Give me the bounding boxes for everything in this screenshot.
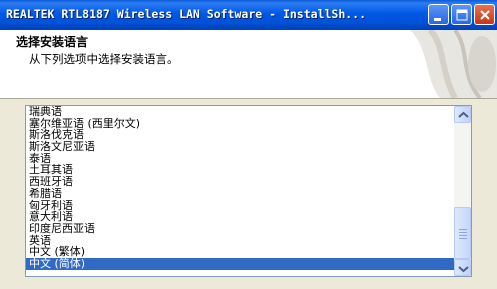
window-title: REALTEK RTL8187 Wireless LAN Software - … (6, 7, 367, 21)
chevron-down-icon (458, 266, 469, 273)
grip-line (459, 235, 467, 236)
language-listbox[interactable]: 瑞典语 塞尔维亚语 (西里尔文) 斯洛伐克语 斯洛文尼亚语 泰语 土耳其语 西班… (25, 105, 472, 277)
language-list: 瑞典语 塞尔维亚语 (西里尔文) 斯洛伐克语 斯洛文尼亚语 泰语 土耳其语 西班… (26, 106, 455, 270)
title-bar[interactable]: REALTEK RTL8187 Wireless LAN Software - … (0, 0, 497, 30)
chevron-up-icon (458, 111, 469, 118)
grip-line (459, 229, 467, 230)
list-item[interactable]: 中文 (繁体) (26, 246, 455, 258)
header-panel: 选择安装语言 从下列选项中选择安装语言。 (0, 30, 497, 99)
maximize-button[interactable] (451, 4, 472, 25)
vertical-scrollbar[interactable] (454, 106, 471, 276)
minimize-icon (434, 18, 441, 21)
header-subtitle: 从下列选项中选择安装语言。 (29, 52, 179, 66)
list-item[interactable]: 匈牙利语 (26, 199, 455, 212)
list-item[interactable]: 瑞典语 (26, 106, 455, 118)
close-button[interactable] (474, 4, 495, 25)
list-item[interactable]: 英语 (26, 234, 455, 247)
scroll-up-button[interactable] (454, 106, 471, 123)
close-icon (480, 10, 490, 20)
list-item[interactable]: 泰语 (26, 153, 455, 165)
list-item[interactable]: 希腊语 (26, 188, 455, 200)
list-item[interactable]: 斯洛文尼亚语 (26, 141, 455, 153)
grip-line (459, 232, 467, 233)
maximize-icon (456, 9, 468, 21)
scroll-down-button[interactable] (454, 259, 471, 276)
list-item[interactable]: 西班牙语 (26, 176, 455, 188)
grip-line (459, 238, 467, 239)
list-item[interactable]: 印度尼西亚语 (26, 223, 455, 235)
header-title: 选择安装语言 (16, 35, 89, 49)
installshield-banner-art-icon (410, 30, 497, 98)
list-item[interactable]: 土耳其语 (26, 164, 455, 176)
minimize-button[interactable] (428, 4, 449, 25)
list-item-selected[interactable]: 中文 (简体) (26, 258, 455, 270)
scrollbar-thumb[interactable] (454, 207, 471, 259)
list-item[interactable]: 塞尔维亚语 (西里尔文) (26, 117, 455, 130)
